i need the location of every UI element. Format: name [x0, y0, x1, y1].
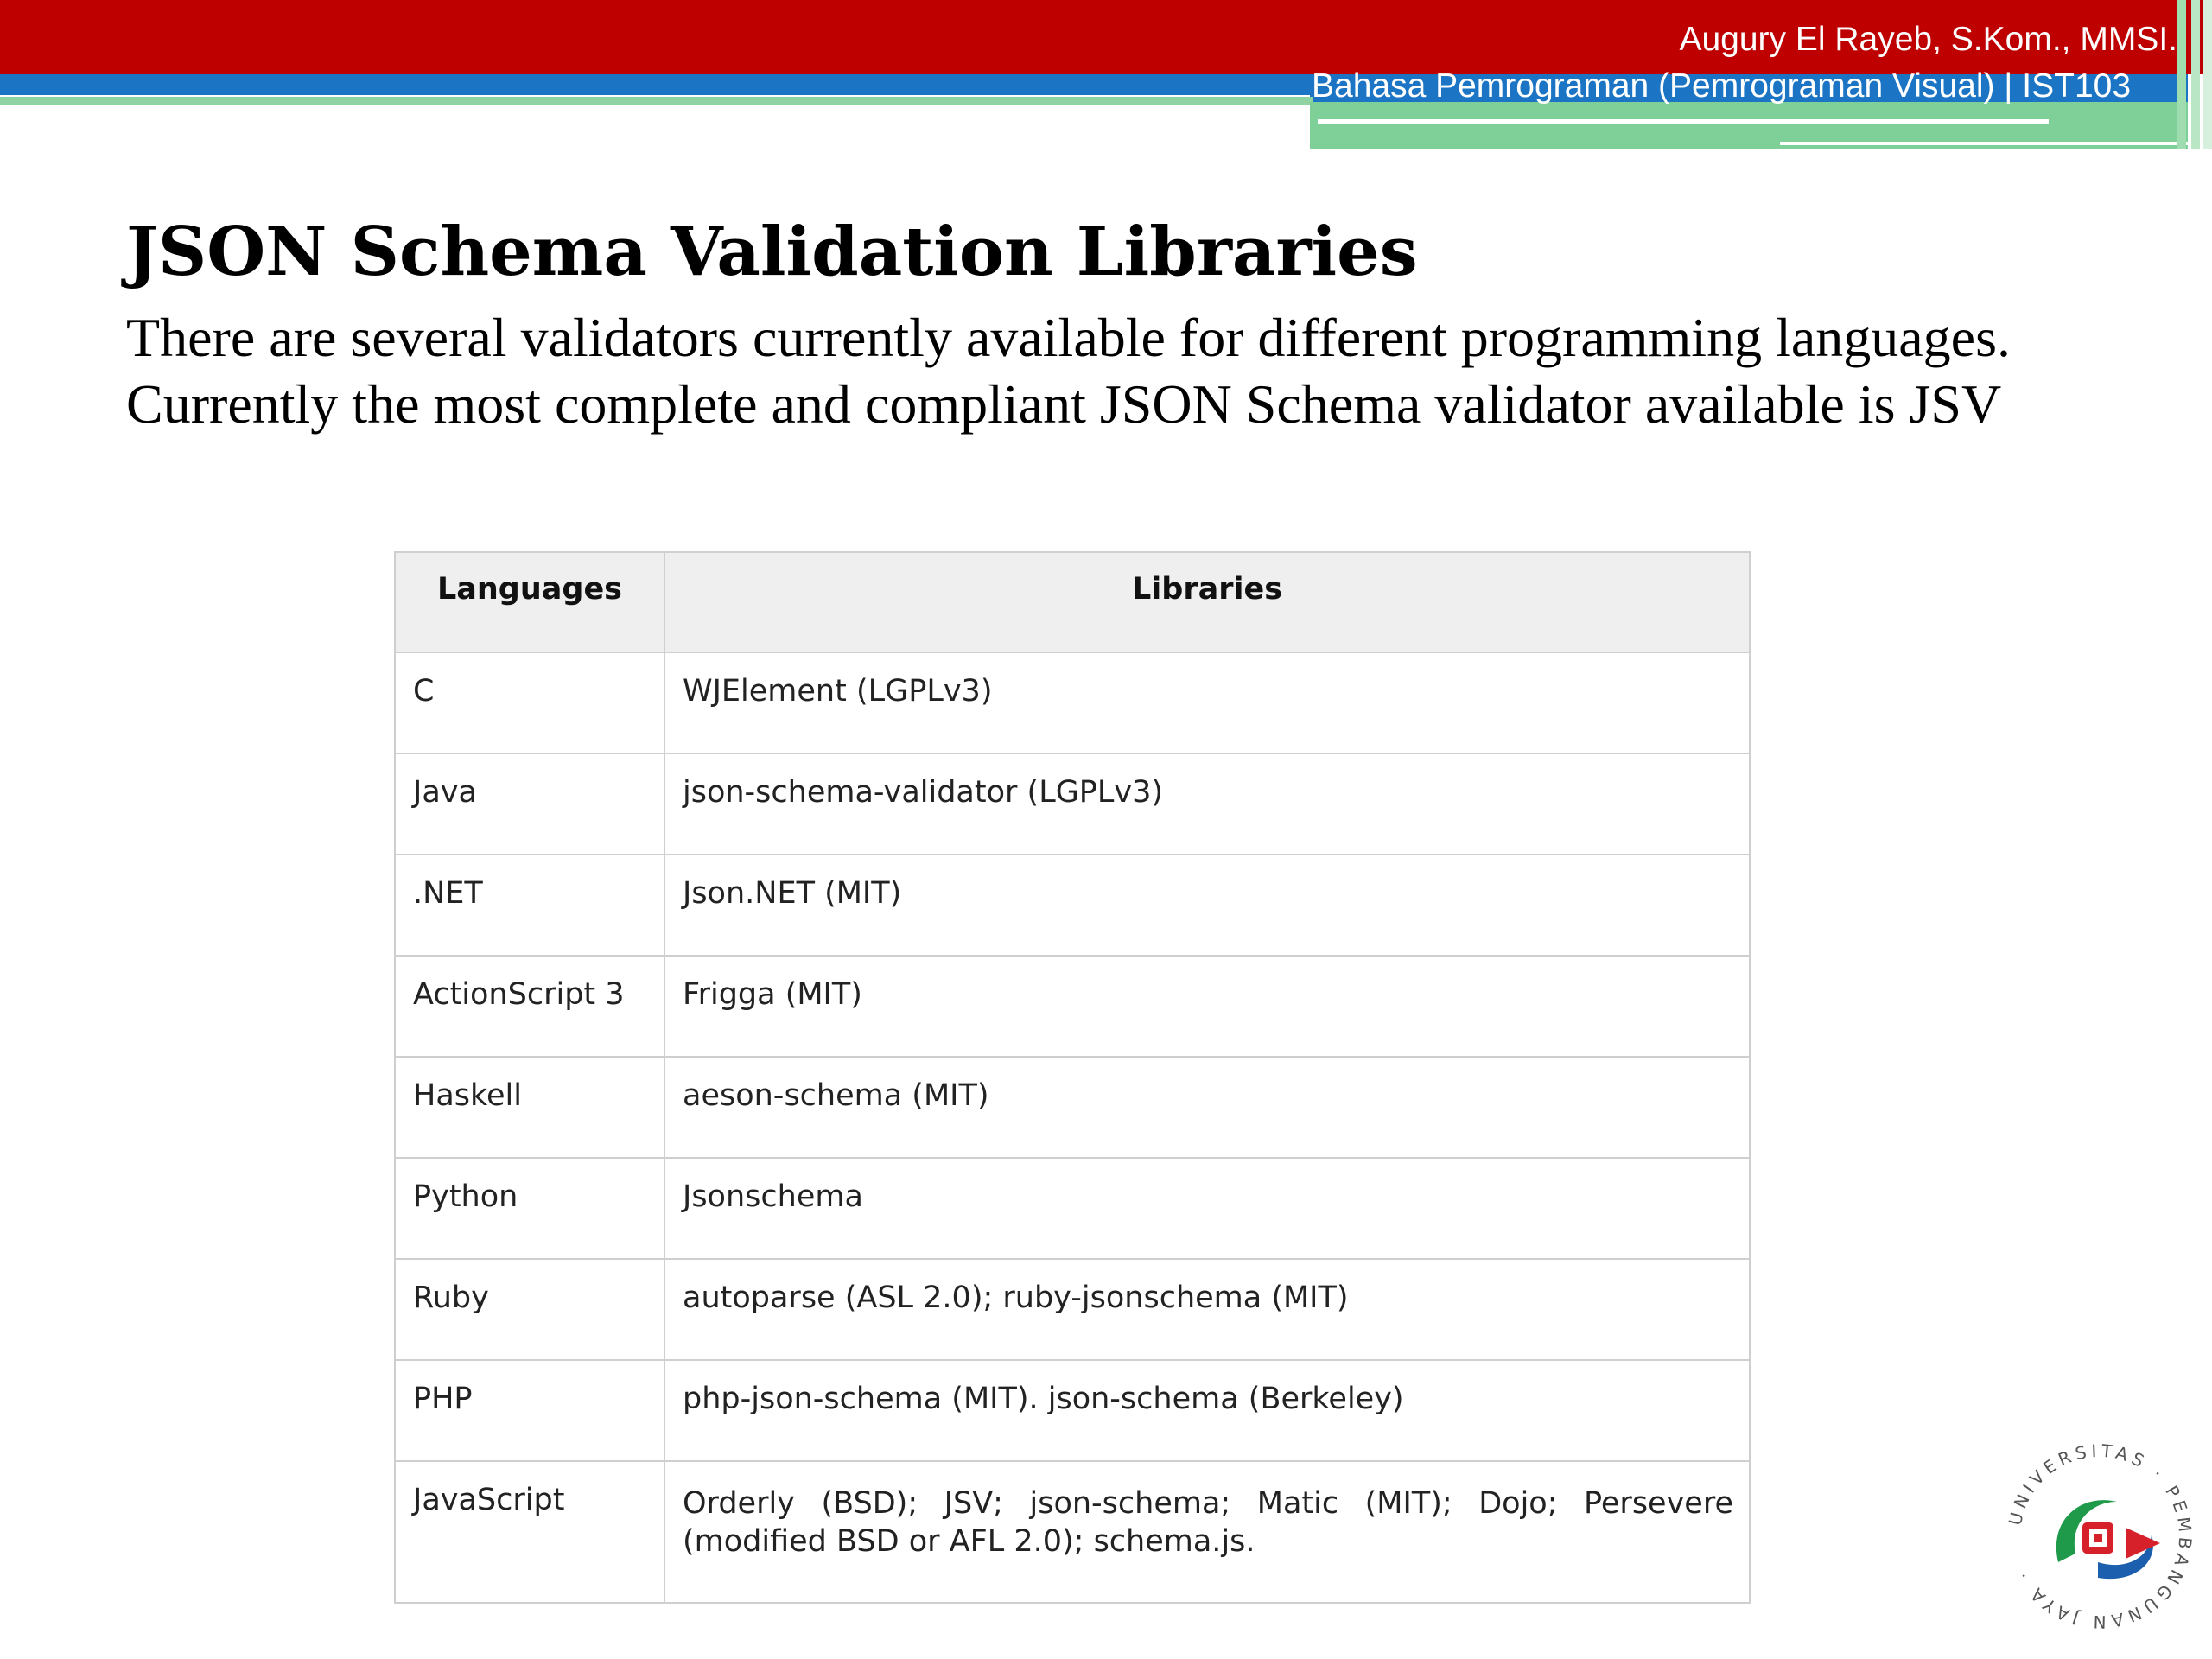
logo-red-square [2082, 1522, 2113, 1554]
libraries-cell: json-schema-validator (LGPLv3) [664, 753, 1751, 855]
header-course: Bahasa Pemrograman (Pemrograman Visual) … [1312, 67, 2132, 105]
libraries-cell: Orderly (BSD); JSV; json-schema; Matic (… [664, 1460, 1751, 1604]
libraries-cell: autoparse (ASL 2.0); ruby-jsonschema (MI… [664, 1258, 1751, 1361]
libraries-table: Languages Libraries C WJElement (LGPLv3)… [394, 551, 1751, 1604]
column-header-libraries: Libraries [664, 551, 1751, 653]
libraries-cell: aeson-schema (MIT) [664, 1056, 1751, 1159]
header-divider-line [1318, 119, 2049, 124]
header-divider-line-short [1780, 142, 2188, 145]
table-row: ActionScript 3 Frigga (MIT) [394, 955, 1751, 1058]
table-row: PHP php-json-schema (MIT). json-schema (… [394, 1359, 1751, 1462]
header-accent-tab [2191, 0, 2200, 149]
language-cell: JavaScript [394, 1460, 665, 1604]
language-cell: Python [394, 1157, 665, 1260]
header-accent-tab [2203, 0, 2212, 149]
libraries-cell: Json.NET (MIT) [664, 854, 1751, 957]
logo-red-arrow [2126, 1528, 2160, 1559]
header-accent-tab [2177, 0, 2186, 149]
language-cell: Ruby [394, 1258, 665, 1361]
language-cell: C [394, 652, 665, 754]
header-author: Augury El Rayeb, S.Kom., MMSI. [1679, 21, 2177, 58]
header-blue-stripe [0, 74, 1310, 95]
language-cell: Haskell [394, 1056, 665, 1159]
language-cell: .NET [394, 854, 665, 957]
libraries-cell: Jsonschema [664, 1157, 1751, 1260]
slide-intro-text: There are several validators currently a… [126, 307, 2011, 435]
table-row: Java json-schema-validator (LGPLv3) [394, 753, 1751, 855]
table-row: Python Jsonschema [394, 1157, 1751, 1260]
table-header-row: Languages Libraries [394, 551, 1751, 653]
table-row: JavaScript Orderly (BSD); JSV; json-sche… [394, 1460, 1751, 1604]
column-header-languages: Languages [394, 551, 665, 653]
libraries-cell: php-json-schema (MIT). json-schema (Berk… [664, 1359, 1751, 1462]
table-row: C WJElement (LGPLv3) [394, 652, 1751, 754]
slide-title: JSON Schema Validation Libraries [126, 213, 1418, 291]
language-cell: ActionScript 3 [394, 955, 665, 1058]
language-cell: Java [394, 753, 665, 855]
table-row: .NET Json.NET (MIT) [394, 854, 1751, 957]
university-logo: UNIVERSITAS · PEMBANGUNAN JAYA · [2005, 1440, 2192, 1633]
header-green-stripe [0, 97, 1313, 105]
language-cell: PHP [394, 1359, 665, 1462]
libraries-cell: Frigga (MIT) [664, 955, 1751, 1058]
table-row: Ruby autoparse (ASL 2.0); ruby-jsonschem… [394, 1258, 1751, 1361]
table-row: Haskell aeson-schema (MIT) [394, 1056, 1751, 1159]
libraries-cell: WJElement (LGPLv3) [664, 652, 1751, 754]
